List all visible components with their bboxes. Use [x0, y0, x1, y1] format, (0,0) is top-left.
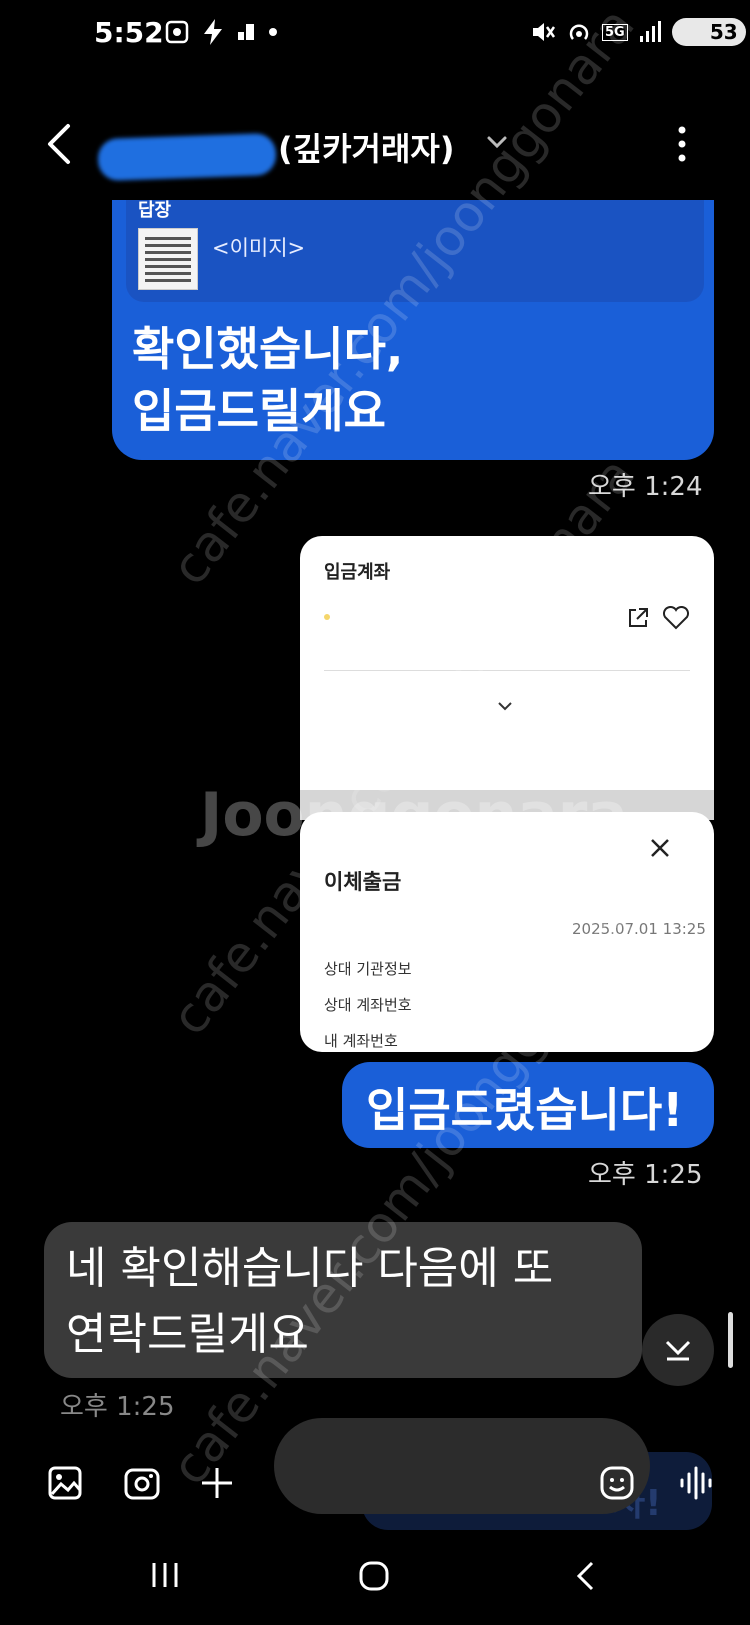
mute-icon	[533, 23, 556, 41]
reply-name: 답장	[138, 200, 172, 221]
close-icon	[651, 839, 669, 857]
message-time: 오후 1:25	[588, 1160, 703, 1190]
message-time: 오후 1:25	[60, 1392, 175, 1422]
camera-icon[interactable]	[124, 1466, 160, 1500]
voice-icon[interactable]	[678, 1466, 714, 1500]
back-icon[interactable]	[44, 122, 74, 166]
chevron-down-icon	[498, 702, 512, 711]
battery-level: 53	[709, 20, 738, 44]
reply-preview: <이미지>	[212, 236, 306, 260]
sim-icon	[238, 24, 254, 40]
heart-icon	[662, 606, 690, 630]
watermark-logo: Joonggonara	[200, 780, 628, 850]
image-row: 상대 기관정보	[324, 960, 412, 978]
scroll-down-icon	[665, 1340, 691, 1361]
emoji-icon[interactable]	[600, 1466, 634, 1500]
plus-icon[interactable]	[200, 1466, 234, 1500]
flash-icon	[204, 19, 222, 45]
contact-name[interactable]: (깊카거래자)	[278, 124, 454, 170]
redaction-patch	[684, 938, 714, 1028]
message-line: 연락드릴게요	[66, 1309, 309, 1360]
redaction-mark	[324, 614, 330, 620]
image-row: 상대 계좌번호	[324, 996, 412, 1014]
scroll-down-button[interactable]	[642, 1314, 714, 1386]
home-icon[interactable]	[358, 1560, 390, 1592]
recent-apps-icon[interactable]	[150, 1560, 180, 1590]
nav-back-icon[interactable]	[574, 1560, 598, 1592]
status-time: 5:52	[94, 16, 164, 49]
share-icon	[629, 608, 648, 627]
message-text: 확인했습니다, 입금드릴게요	[132, 318, 692, 442]
dot-icon	[269, 28, 277, 36]
scrollbar[interactable]	[728, 1312, 733, 1368]
gallery-icon[interactable]	[48, 1466, 82, 1500]
redacted-name	[97, 132, 277, 182]
message-input[interactable]	[274, 1418, 650, 1514]
more-vert-icon[interactable]	[672, 124, 692, 164]
screenshot-icon	[165, 20, 189, 44]
message-line: 입금드릴게요	[132, 384, 386, 438]
image-row: 내 계좌번호	[324, 1032, 398, 1050]
battery-indicator: 53	[671, 18, 746, 46]
reply-thumbnail	[138, 228, 198, 290]
image-title: 입금계좌	[324, 562, 391, 583]
status-left-icons	[164, 18, 278, 46]
divider	[324, 670, 690, 671]
